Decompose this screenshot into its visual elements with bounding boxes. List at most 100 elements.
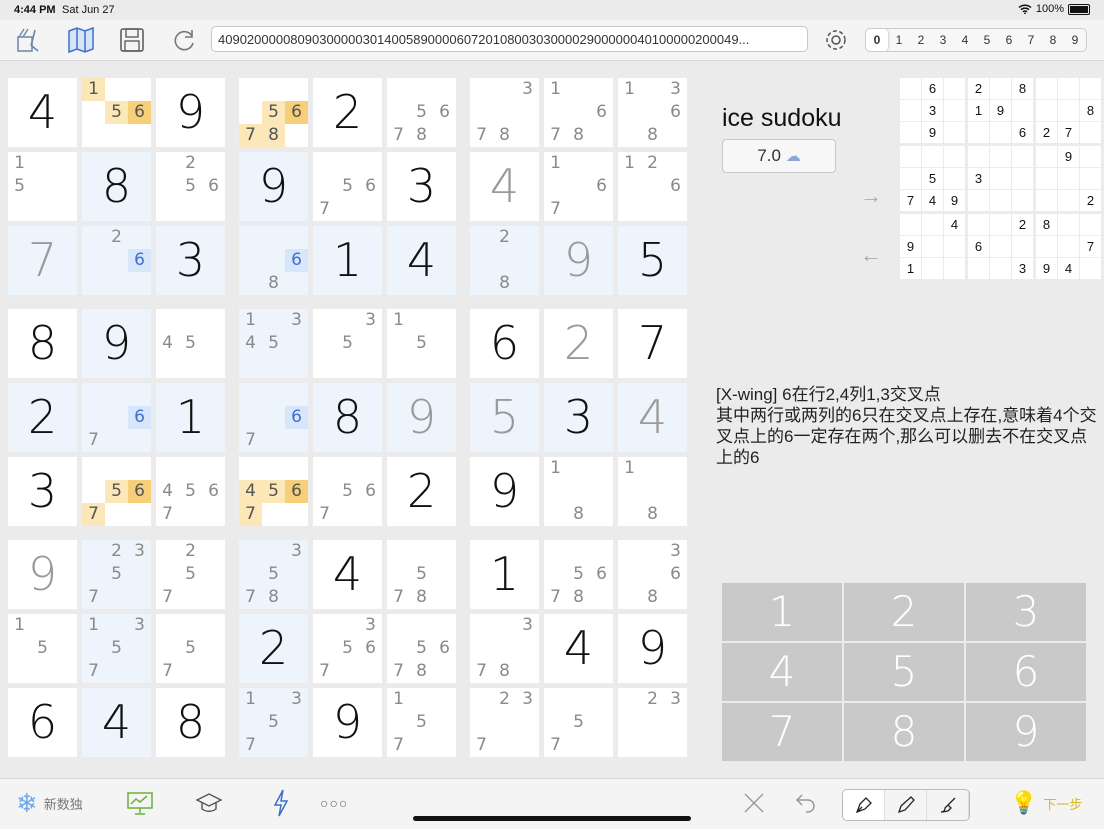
cell-r3c5[interactable]: 1 (313, 226, 382, 295)
keypad-key-8[interactable]: 8 (844, 703, 964, 761)
cell-r5c2[interactable]: 67 (82, 383, 151, 452)
cell-r6c4[interactable]: 4567 (239, 457, 308, 526)
brush-icon[interactable] (927, 790, 969, 820)
cell-r3c4[interactable]: 68 (239, 226, 308, 295)
cell-r4c9[interactable]: 7 (618, 309, 687, 378)
arrow-right-icon[interactable]: → (860, 183, 882, 209)
digit-filter-3[interactable]: 3 (932, 29, 954, 51)
cell-r2c1[interactable]: 15 (8, 152, 77, 221)
cell-r9c1[interactable]: 6 (8, 688, 77, 757)
cell-r5c3[interactable]: 1 (156, 383, 225, 452)
cell-r9c7[interactable]: 23 7 (470, 688, 539, 757)
cell-r7c2[interactable]: 2357 (82, 540, 151, 609)
cell-r2c8[interactable]: 1 6 7 (544, 152, 613, 221)
cell-r9c2[interactable]: 4 (82, 688, 151, 757)
keypad-key-3[interactable]: 3 (966, 583, 1086, 641)
cell-r1c9[interactable]: 1 3 68 (618, 78, 687, 147)
digit-filter-9[interactable]: 9 (1064, 29, 1086, 51)
cell-r7c7[interactable]: 1 (470, 540, 539, 609)
cell-r5c9[interactable]: 4 (618, 383, 687, 452)
cell-r1c3[interactable]: 9 (156, 78, 225, 147)
cell-r4c2[interactable]: 9 (82, 309, 151, 378)
cell-r4c5[interactable]: 35 (313, 309, 382, 378)
cell-r6c2[interactable]: 567 (82, 457, 151, 526)
cell-r7c1[interactable]: 9 (8, 540, 77, 609)
keypad-key-5[interactable]: 5 (844, 643, 964, 701)
gear-icon[interactable] (822, 26, 850, 54)
cell-r6c8[interactable]: 18 (544, 457, 613, 526)
cell-r1c4[interactable]: 5678 (239, 78, 308, 147)
cell-r9c3[interactable]: 8 (156, 688, 225, 757)
cell-r3c7[interactable]: 28 (470, 226, 539, 295)
cell-r6c5[interactable]: 56 7 (313, 457, 382, 526)
keypad-key-9[interactable]: 9 (966, 703, 1086, 761)
close-icon[interactable] (742, 789, 766, 817)
digit-filter-8[interactable]: 8 (1042, 29, 1064, 51)
cell-r9c9[interactable]: 23 (618, 688, 687, 757)
cell-r3c1[interactable]: 7 (8, 226, 77, 295)
cell-r4c7[interactable]: 6 (470, 309, 539, 378)
cell-r7c5[interactable]: 4 (313, 540, 382, 609)
cell-r8c2[interactable]: 1 357 (82, 614, 151, 683)
difficulty-badge[interactable]: 7.0 ☁ (722, 139, 836, 173)
cell-r7c6[interactable]: 578 (387, 540, 456, 609)
cell-r2c9[interactable]: 126 (618, 152, 687, 221)
graduation-cap-icon[interactable] (195, 789, 223, 817)
refresh-icon[interactable] (170, 26, 198, 54)
sudoku-board[interactable]: 4156956782567837816781368158256956734167… (8, 78, 690, 760)
cell-r5c8[interactable]: 3 (544, 383, 613, 452)
cell-r1c2[interactable]: 156 (82, 78, 151, 147)
keypad-key-4[interactable]: 4 (722, 643, 842, 701)
cell-r2c2[interactable]: 8 (82, 152, 151, 221)
undo-icon[interactable] (794, 789, 818, 817)
more-icon[interactable]: ○○○ (320, 789, 348, 817)
digit-filter-segmented[interactable]: 0123456789 (865, 28, 1087, 52)
cell-r6c6[interactable]: 2 (387, 457, 456, 526)
cell-r7c9[interactable]: 3 68 (618, 540, 687, 609)
cell-r6c3[interactable]: 456 7 (156, 457, 225, 526)
cell-r1c6[interactable]: 56 78 (387, 78, 456, 147)
cell-r2c4[interactable]: 9 (239, 152, 308, 221)
cell-r6c1[interactable]: 3 (8, 457, 77, 526)
fountain-pen-icon[interactable] (843, 790, 885, 820)
cell-r9c5[interactable]: 9 (313, 688, 382, 757)
puzzle-code-field[interactable]: 4090200000809030000030140058900006072010… (211, 26, 808, 52)
arrow-left-icon[interactable]: ← (860, 242, 882, 268)
cell-r4c3[interactable]: 45 (156, 309, 225, 378)
cell-r2c7[interactable]: 4 (470, 152, 539, 221)
keypad-key-2[interactable]: 2 (844, 583, 964, 641)
keypad-key-1[interactable]: 1 (722, 583, 842, 641)
cell-r2c6[interactable]: 3 (387, 152, 456, 221)
new-sudoku-button[interactable]: ❄ 新数独 (16, 788, 83, 818)
save-icon[interactable] (118, 26, 146, 54)
cell-r8c8[interactable]: 4 (544, 614, 613, 683)
cell-r1c5[interactable]: 2 (313, 78, 382, 147)
cell-r1c8[interactable]: 1678 (544, 78, 613, 147)
cell-r8c3[interactable]: 57 (156, 614, 225, 683)
cell-r7c3[interactable]: 2 57 (156, 540, 225, 609)
cell-r9c8[interactable]: 57 (544, 688, 613, 757)
digit-filter-6[interactable]: 6 (998, 29, 1020, 51)
cell-r5c1[interactable]: 2 (8, 383, 77, 452)
cell-r6c7[interactable]: 9 (470, 457, 539, 526)
cell-r4c4[interactable]: 1 3 45 (239, 309, 308, 378)
pencil-icon[interactable] (885, 790, 927, 820)
presentation-icon[interactable] (126, 789, 154, 817)
cell-r7c8[interactable]: 56 78 (544, 540, 613, 609)
cell-r4c6[interactable]: 15 (387, 309, 456, 378)
cell-r2c3[interactable]: 2 56 (156, 152, 225, 221)
cell-r3c3[interactable]: 3 (156, 226, 225, 295)
cell-r5c7[interactable]: 5 (470, 383, 539, 452)
cell-r1c7[interactable]: 3 78 (470, 78, 539, 147)
cell-r8c6[interactable]: 56 78 (387, 614, 456, 683)
cell-r3c9[interactable]: 5 (618, 226, 687, 295)
cell-r1c1[interactable]: 4 (8, 78, 77, 147)
cell-r7c4[interactable]: 3578 (239, 540, 308, 609)
keypad-key-7[interactable]: 7 (722, 703, 842, 761)
digit-filter-5[interactable]: 5 (976, 29, 998, 51)
cell-r6c9[interactable]: 18 (618, 457, 687, 526)
cell-r9c4[interactable]: 1 357 (239, 688, 308, 757)
lightning-icon[interactable] (272, 789, 290, 817)
cell-r8c1[interactable]: 15 (8, 614, 77, 683)
cell-r4c8[interactable]: 2 (544, 309, 613, 378)
